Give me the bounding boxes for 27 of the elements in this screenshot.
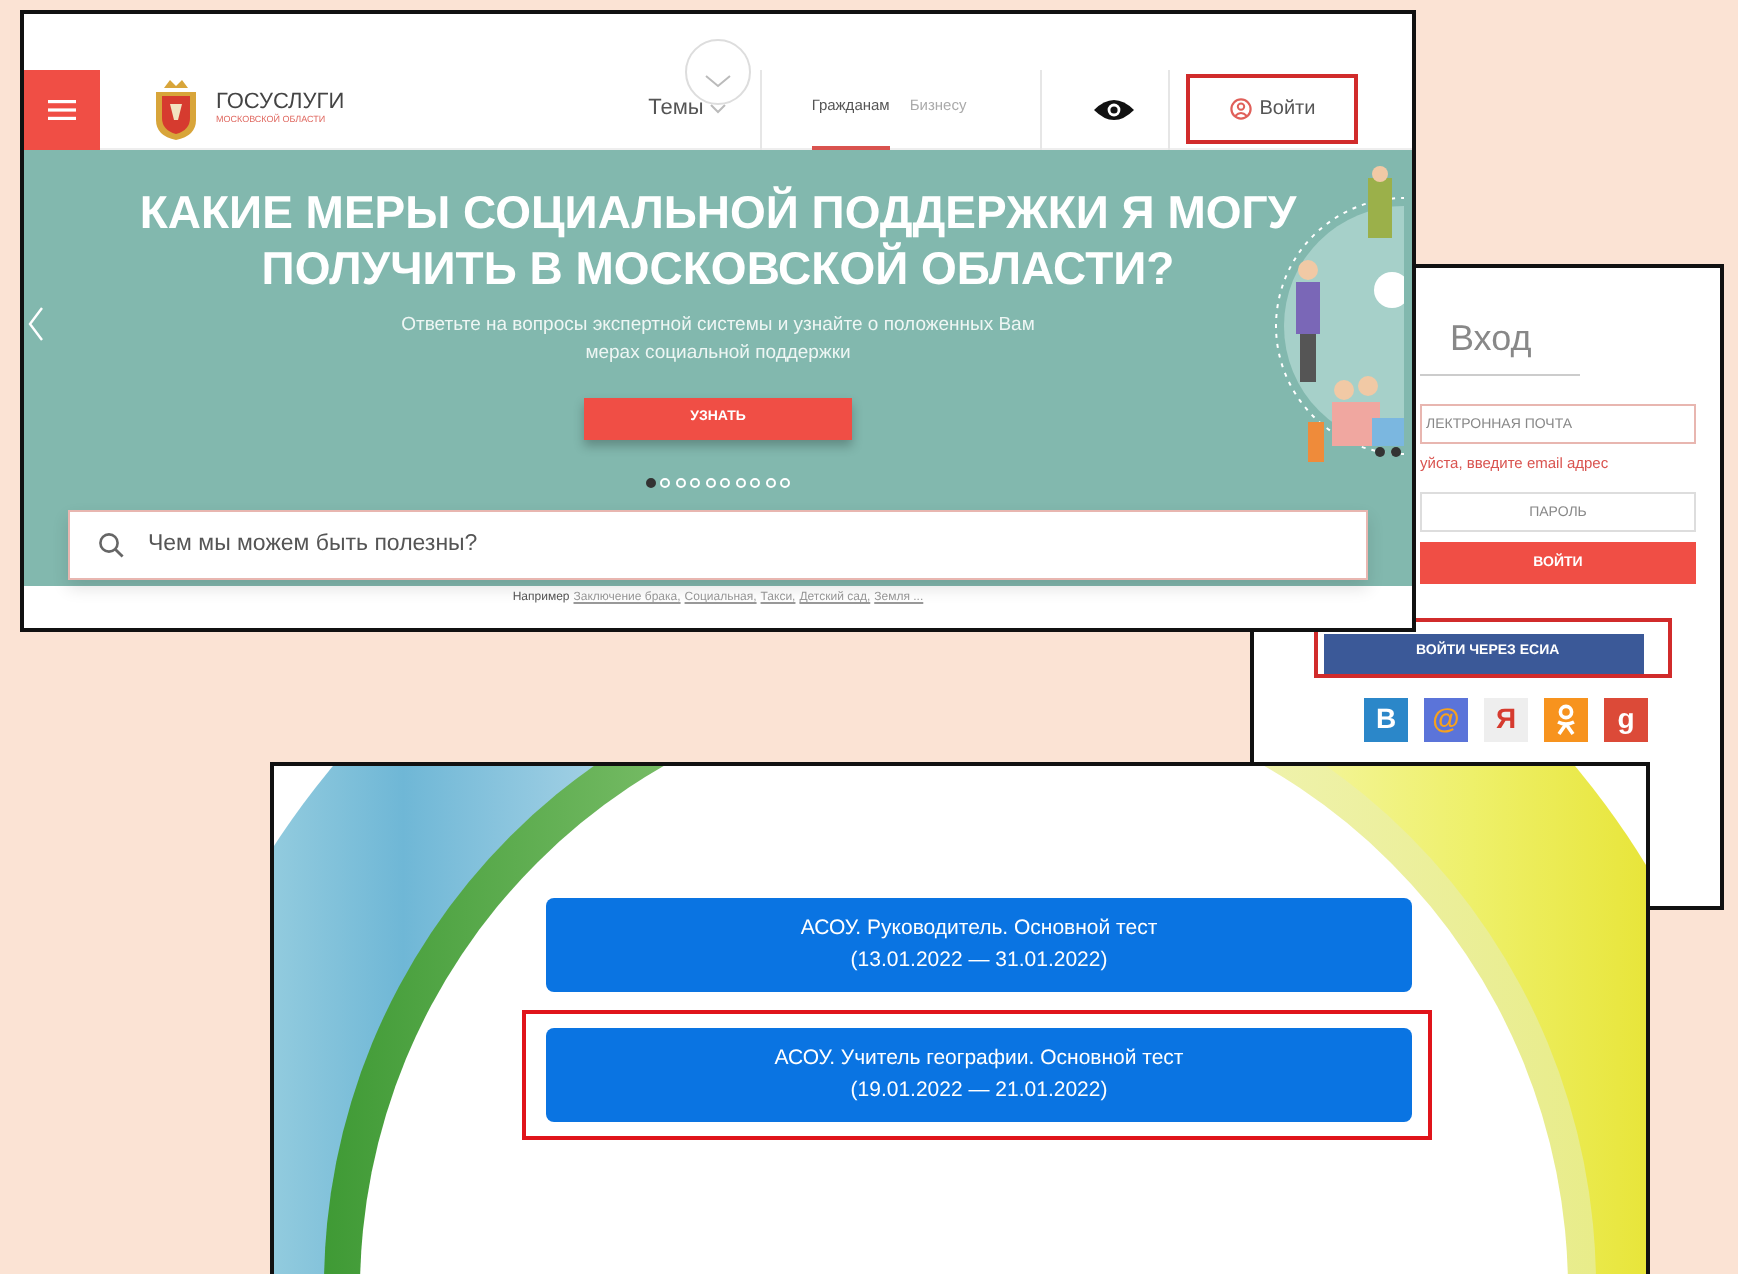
test-button[interactable]: АСОУ. Руководитель. Основной тест (13.01.2022 — 31.01.2022): [546, 898, 1412, 992]
coat-of-arms-icon: [152, 79, 200, 139]
test-title: АСОУ. Руководитель. Основной тест: [798, 913, 1160, 944]
search-field[interactable]: Чем мы можем быть полезны?: [68, 510, 1368, 580]
user-icon: [1229, 98, 1252, 120]
test-dates: (19.01.2022 — 21.01.2022): [848, 1075, 1110, 1105]
social-login-button[interactable]: [1544, 697, 1588, 741]
eye-icon[interactable]: [1092, 95, 1137, 123]
menu-icon: [48, 99, 76, 119]
hero-heading: КАКИЕ МЕРЫ СОЦИАЛЬНОЙ ПОДДЕРЖКИ Я МОГУ ПОЛУЧИТЬ В МОСКОВСКОЙ ОБЛАСТИ?: [137, 184, 1299, 297]
social-login-button[interactable]: Я: [1484, 697, 1528, 741]
social-login-button[interactable]: g: [1604, 697, 1648, 741]
social-login-button[interactable]: @: [1424, 697, 1468, 741]
login-button[interactable]: Войти: [1186, 74, 1359, 144]
test-button[interactable]: АСОУ. Учитель географии. Основной тест (19.01.2022 — 21.01.2022): [546, 1028, 1412, 1122]
slide-dot[interactable]: [645, 477, 656, 488]
test-title: АСОУ. Учитель географии. Основной тест: [772, 1043, 1186, 1074]
search-icon: [98, 532, 124, 558]
chevron-down-icon: [709, 104, 726, 114]
test-dates: (13.01.2022 — 31.01.2022): [848, 945, 1110, 975]
hero-text: Ответьте на вопросы экспертной системы и узнайте о положенных Вам мерах социальной поддержки: [399, 312, 1037, 369]
menu-button[interactable]: [24, 69, 100, 149]
login-title: Вход: [1448, 316, 1534, 362]
social-login-button[interactable]: В: [1364, 697, 1408, 741]
topics-menu[interactable]: Темы: [648, 92, 704, 126]
person-icon: [1554, 703, 1578, 735]
brand-title: ГОСУСЛУГИ: [216, 90, 345, 115]
